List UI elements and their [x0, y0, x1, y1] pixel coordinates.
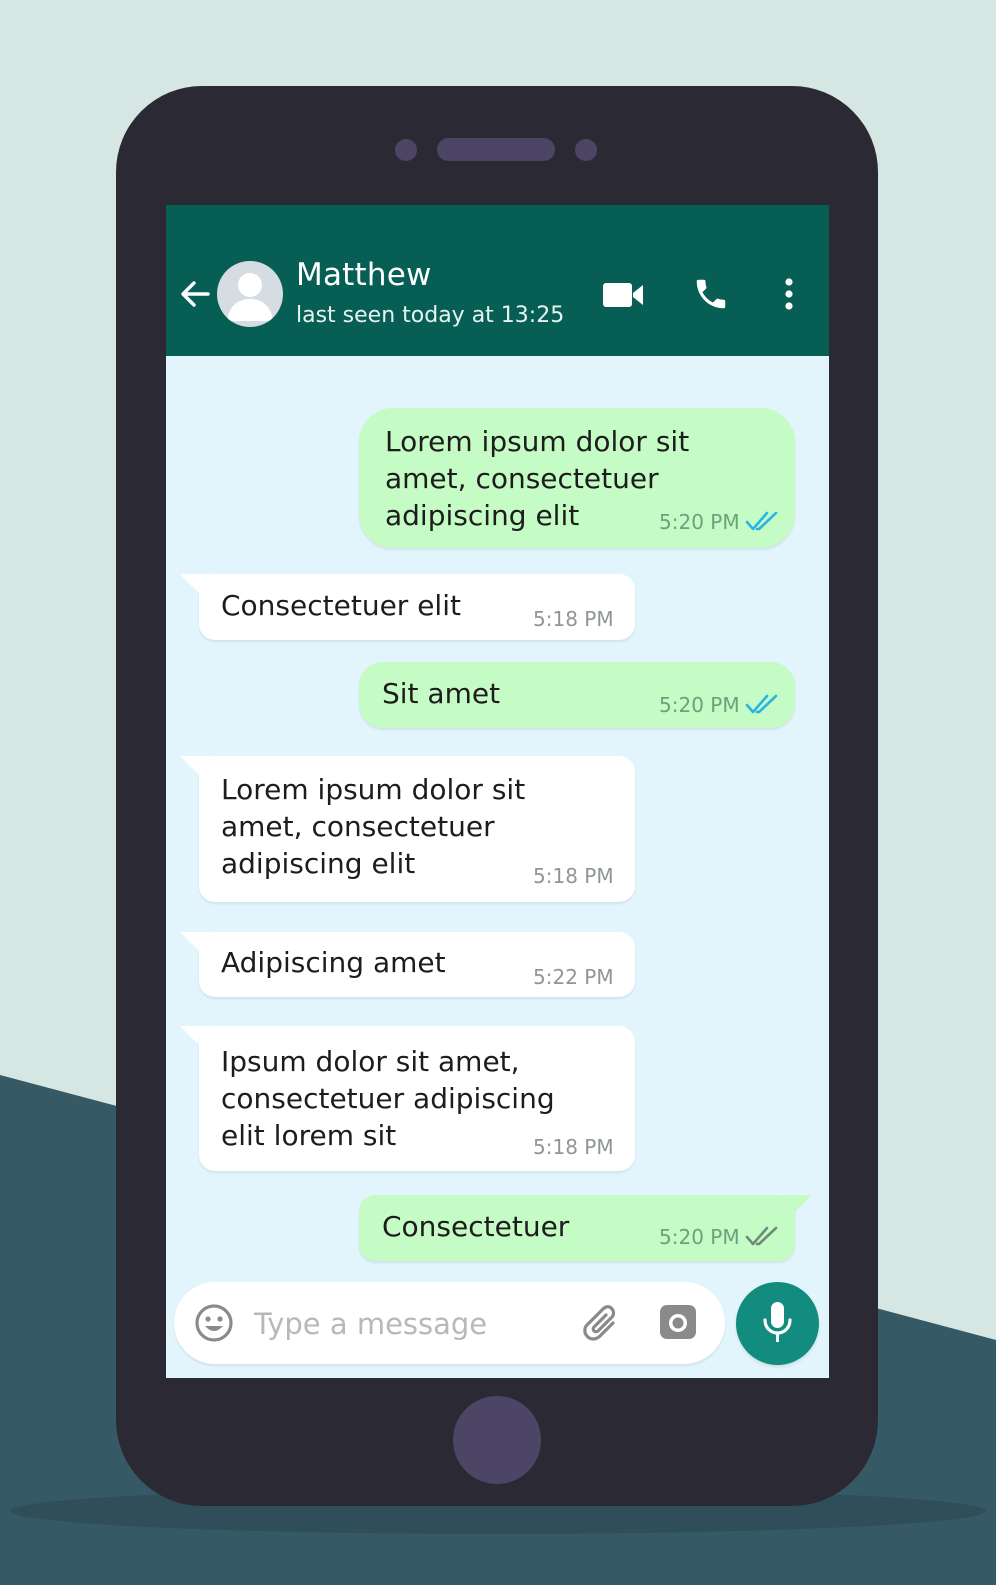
message-input[interactable]: [252, 1302, 556, 1346]
read-receipt-icon: [745, 511, 778, 531]
read-receipt-icon: [745, 694, 778, 714]
avatar[interactable]: [217, 261, 283, 327]
message-time: 5:22 PM: [533, 965, 614, 989]
attach-icon[interactable]: [579, 1301, 625, 1347]
message-text: Lorem ipsum dolor sit amet, consectetuer…: [385, 425, 690, 532]
emoji-icon[interactable]: [194, 1303, 234, 1343]
message-time: 5:20 PM: [659, 510, 740, 534]
contact-name[interactable]: Matthew: [296, 257, 432, 293]
microphone-icon: [763, 1302, 792, 1342]
chat-screen: Matthew last seen today at 13:25 Lorem i…: [166, 205, 829, 1378]
message-bubble-incoming[interactable]: Ipsum dolor sit amet, consectetuer adipi…: [199, 1026, 635, 1171]
message-bubble-outgoing[interactable]: Sit amet 5:20 PM: [359, 662, 795, 728]
message-bubble-outgoing[interactable]: Consectetuer 5:20 PM: [359, 1195, 795, 1261]
message-time: 5:18 PM: [533, 864, 614, 888]
earpiece-speaker: [437, 138, 555, 161]
message-time: 5:20 PM: [659, 1225, 740, 1249]
video-call-icon[interactable]: [602, 280, 644, 310]
message-text: Sit amet: [382, 677, 501, 710]
front-camera: [395, 139, 417, 161]
last-seen-status: last seen today at 13:25: [296, 303, 565, 328]
chat-header: Matthew last seen today at 13:25: [166, 205, 829, 356]
message-composer: [174, 1282, 725, 1364]
message-bubble-outgoing[interactable]: Lorem ipsum dolor sit amet, consectetuer…: [359, 408, 795, 548]
phone-icon[interactable]: [692, 275, 730, 313]
back-arrow-icon[interactable]: [178, 277, 212, 311]
message-time: 5:18 PM: [533, 607, 614, 631]
home-button[interactable]: [453, 1396, 541, 1484]
message-bubble-incoming[interactable]: Adipiscing amet 5:22 PM: [199, 932, 635, 997]
message-bubble-incoming[interactable]: Consectetuer elit 5:18 PM: [199, 574, 635, 640]
message-time: 5:20 PM: [659, 693, 740, 717]
message-time: 5:18 PM: [533, 1135, 614, 1159]
camera-icon[interactable]: [658, 1302, 698, 1342]
message-bubble-incoming[interactable]: Lorem ipsum dolor sit amet, consectetuer…: [199, 756, 635, 902]
delivered-receipt-icon: [745, 1226, 778, 1246]
message-text: Ipsum dolor sit amet, consectetuer adipi…: [221, 1045, 555, 1152]
voice-message-button[interactable]: [736, 1282, 819, 1365]
message-text: Lorem ipsum dolor sit amet, consectetuer…: [221, 773, 526, 880]
user-silhouette-icon: [227, 273, 273, 321]
proximity-sensor: [575, 139, 597, 161]
more-options-icon[interactable]: [780, 275, 798, 313]
message-text: Consectetuer elit: [221, 589, 461, 622]
message-text: Adipiscing amet: [221, 946, 446, 979]
message-text: Consectetuer: [382, 1210, 570, 1243]
